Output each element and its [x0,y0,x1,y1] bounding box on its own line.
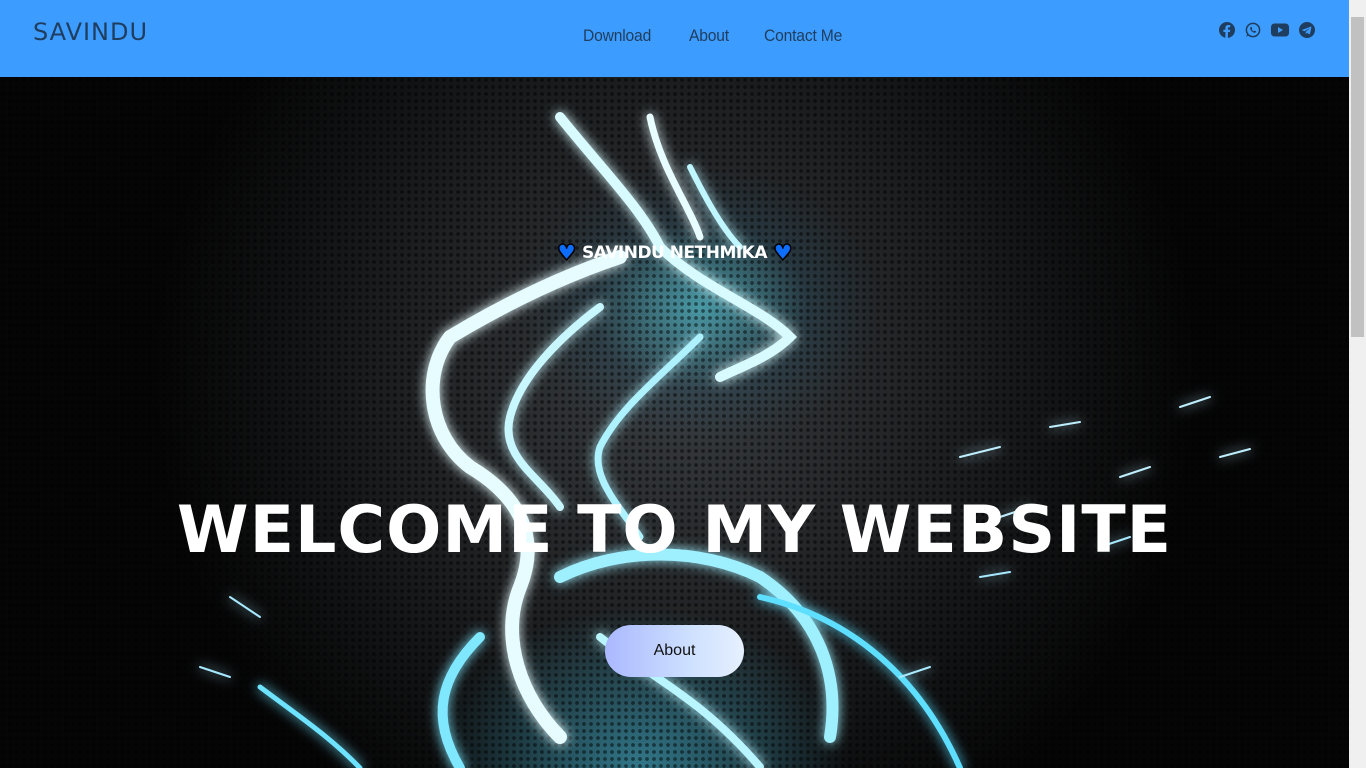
brand-logo[interactable]: SAVINDU [33,18,148,46]
nav-link-download[interactable]: Download [583,26,651,46]
facebook-icon[interactable] [1219,22,1235,38]
blue-heart-icon: ♥ [556,240,577,267]
scrollbar-thumb[interactable] [1351,17,1364,337]
hero-section: ♥ SAVINDU NETHMIKA ♥ WELCOME TO MY WEBSITE… [0,77,1349,768]
blue-heart-icon: ♥ [772,240,793,267]
subtitle-text: SAVINDU NETHMIKA [581,243,768,263]
telegram-icon[interactable] [1299,22,1315,38]
youtube-icon[interactable] [1271,23,1289,37]
nav-link-about[interactable]: About [689,26,729,46]
whatsapp-icon[interactable] [1245,22,1261,38]
top-navbar: SAVINDU Download About Contact Me [0,0,1349,77]
nav-links: Download About Contact Me [583,26,849,46]
nav-link-contact[interactable]: Contact Me [764,26,842,46]
about-button[interactable]: About [605,625,744,677]
hero-subtitle: ♥ SAVINDU NETHMIKA ♥ [0,240,1349,267]
social-icons [1219,22,1315,38]
hero-headline: WELCOME TO MY WEBSITE [176,493,1173,568]
